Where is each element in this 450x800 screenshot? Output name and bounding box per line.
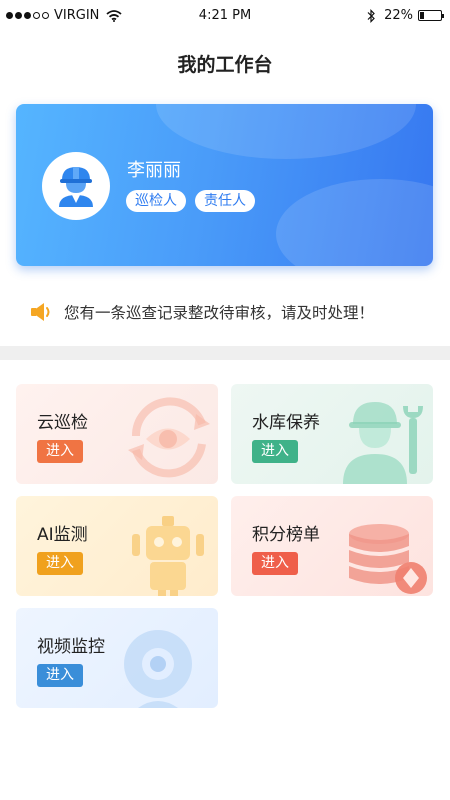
enter-button[interactable]: 进入 bbox=[37, 440, 83, 463]
avatar[interactable] bbox=[42, 152, 110, 220]
role-tags: 巡检人 责任人 bbox=[126, 190, 255, 212]
battery-percent: 22% bbox=[384, 8, 413, 23]
notice-bar[interactable]: 您有一条巡查记录整改待审核，请及时处理！ bbox=[30, 300, 374, 324]
profile-card[interactable]: 李丽丽 巡检人 责任人 bbox=[16, 104, 433, 266]
tile-ai-monitoring[interactable]: AI监测 进入 bbox=[16, 496, 218, 596]
worker-wrench-icon bbox=[343, 402, 423, 484]
webcam-icon bbox=[124, 630, 192, 708]
coin-stack-icon bbox=[349, 524, 427, 594]
tile-video-surveillance[interactable]: 视频监控 进入 bbox=[16, 608, 218, 708]
tile-reservoir-maintenance[interactable]: 水库保养 进入 bbox=[231, 384, 433, 484]
tile-title: 积分榜单 bbox=[252, 525, 320, 545]
tile-title: 水库保养 bbox=[252, 413, 320, 433]
robot-icon bbox=[132, 516, 204, 596]
speaker-icon bbox=[31, 303, 50, 321]
role-tag-inspector: 巡检人 bbox=[126, 190, 186, 212]
tile-title: 云巡检 bbox=[37, 413, 88, 433]
user-name: 李丽丽 bbox=[127, 160, 181, 181]
enter-button[interactable]: 进入 bbox=[37, 552, 83, 575]
status-bar: VIRGIN 4:21 PM 22% bbox=[0, 0, 450, 32]
tile-title: 视频监控 bbox=[37, 637, 105, 657]
tile-title: AI监测 bbox=[37, 525, 88, 545]
notice-text: 您有一条巡查记录整改待审核，请及时处理！ bbox=[64, 304, 375, 322]
battery-group: 22% bbox=[366, 8, 444, 23]
eye-refresh-icon bbox=[128, 397, 210, 478]
tile-cloud-inspection[interactable]: 云巡检 进入 bbox=[16, 384, 218, 484]
enter-button[interactable]: 进入 bbox=[252, 552, 298, 575]
bluetooth-icon bbox=[367, 8, 375, 23]
page-title: 我的工作台 bbox=[177, 54, 273, 76]
card-decoration bbox=[156, 104, 416, 159]
enter-button[interactable]: 进入 bbox=[37, 664, 83, 687]
card-decoration bbox=[276, 179, 433, 266]
worker-helmet-icon bbox=[59, 167, 93, 207]
role-tag-responsible: 责任人 bbox=[195, 190, 255, 212]
enter-button[interactable]: 进入 bbox=[252, 440, 298, 463]
section-divider bbox=[0, 346, 450, 360]
battery-icon bbox=[418, 10, 444, 21]
tile-points-ranking[interactable]: 积分榜单 进入 bbox=[231, 496, 433, 596]
